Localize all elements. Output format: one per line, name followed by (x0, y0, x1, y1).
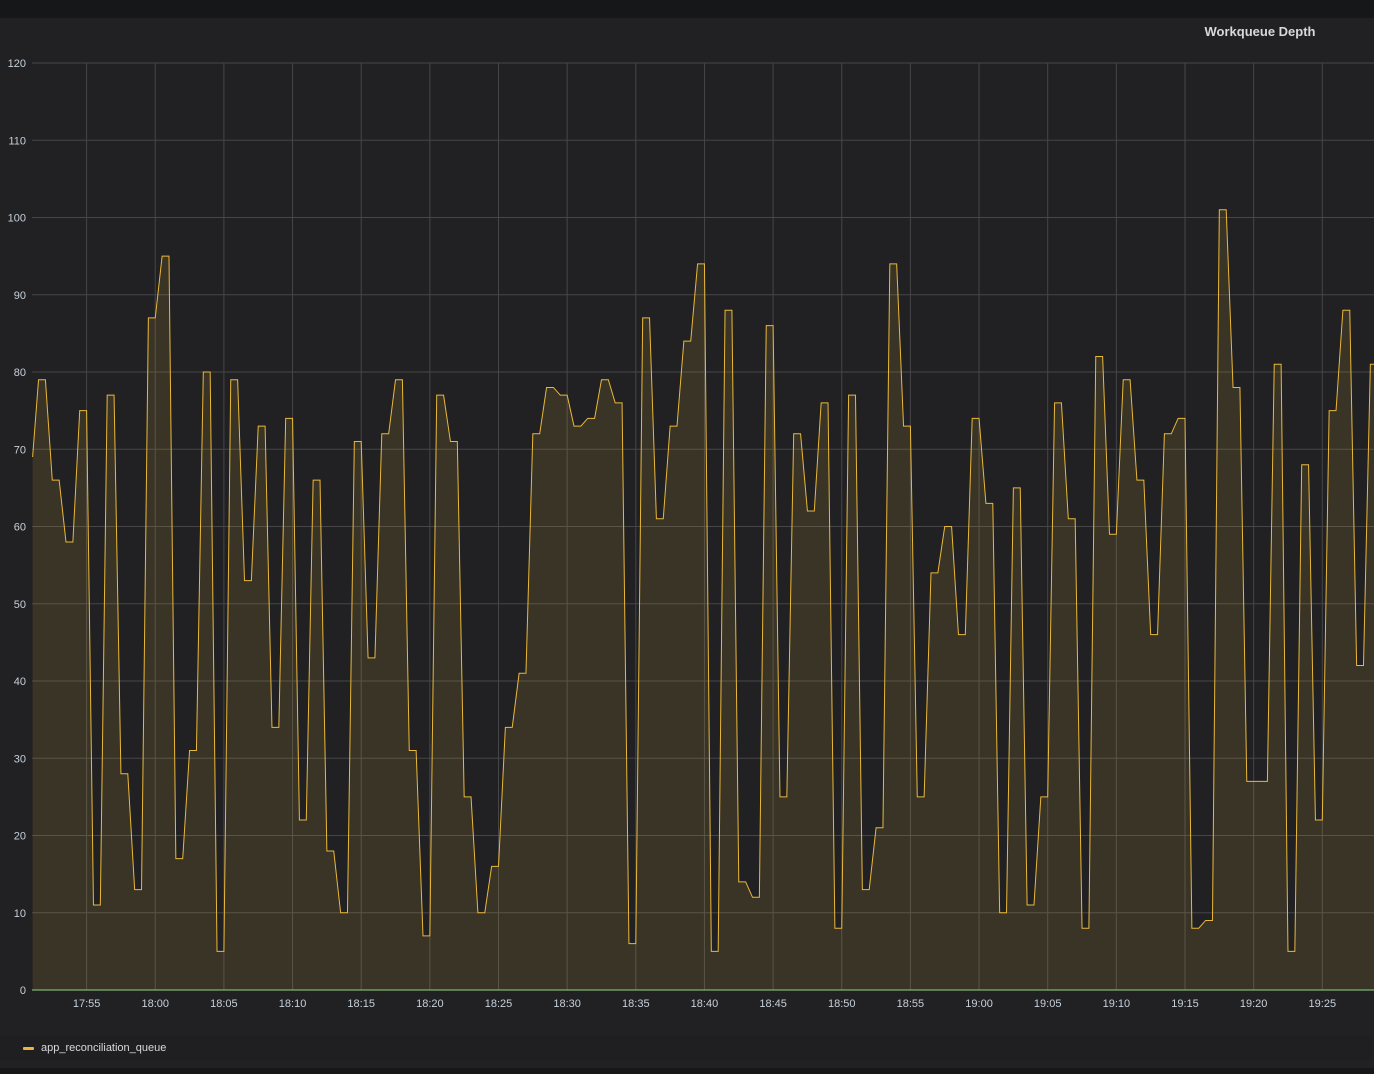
x-tick-label: 18:15 (347, 998, 375, 1010)
x-tick-label: 18:55 (897, 998, 925, 1010)
y-tick-label: 60 (14, 522, 26, 534)
x-tick-label: 18:35 (622, 998, 650, 1010)
x-tick-label: 18:40 (691, 998, 719, 1010)
y-tick-label: 50 (14, 599, 26, 611)
legend-series-label[interactable]: app_reconciliation_queue (41, 1042, 166, 1054)
x-tick-label: 19:05 (1034, 998, 1062, 1010)
chart-canvas[interactable]: 0102030405060708090100110120 17:55 18:00 1… (0, 0, 1374, 1074)
x-tick-label: 18:10 (279, 998, 307, 1010)
x-tick-label: 19:10 (1103, 998, 1131, 1010)
y-tick-label: 40 (14, 676, 26, 688)
x-tick-label: 17:55 (73, 998, 101, 1010)
y-axis: 0 10 20 30 40 50 60 70 80 90 100 110 120 (8, 58, 26, 997)
x-tick-label: 19:25 (1309, 998, 1337, 1010)
y-tick-label: 20 (14, 831, 26, 843)
y-tick-label: 90 (14, 290, 26, 302)
legend: app_reconciliation_queue (0, 1036, 1374, 1060)
x-tick-label: 18:30 (553, 998, 581, 1010)
x-tick-label: 18:45 (759, 998, 787, 1010)
x-tick-label: 19:15 (1171, 998, 1199, 1010)
y-tick-label: 120 (8, 58, 26, 70)
y-tick-label: 0 (20, 985, 26, 997)
x-tick-label: 19:20 (1240, 998, 1268, 1010)
y-tick-label: 80 (14, 367, 26, 379)
x-axis: 17:55 18:00 18:05 18:10 18:15 18:20 18:25 18:30… (73, 998, 1336, 1010)
x-tick-label: 19:00 (965, 998, 993, 1010)
x-tick-label: 18:50 (828, 998, 856, 1010)
legend-swatch[interactable] (23, 1046, 34, 1050)
y-tick-label: 110 (8, 135, 26, 147)
y-tick-label: 70 (14, 444, 26, 456)
x-tick-label: 18:25 (485, 998, 513, 1010)
plot-area (32, 209, 1374, 991)
y-tick-label: 30 (14, 753, 26, 765)
y-tick-label: 10 (14, 908, 26, 920)
x-tick-label: 18:00 (141, 998, 169, 1010)
y-tick-label: 100 (8, 213, 26, 225)
x-tick-label: 18:20 (416, 998, 444, 1010)
x-tick-label: 18:05 (210, 998, 238, 1010)
series-area-fill (32, 209, 1374, 990)
